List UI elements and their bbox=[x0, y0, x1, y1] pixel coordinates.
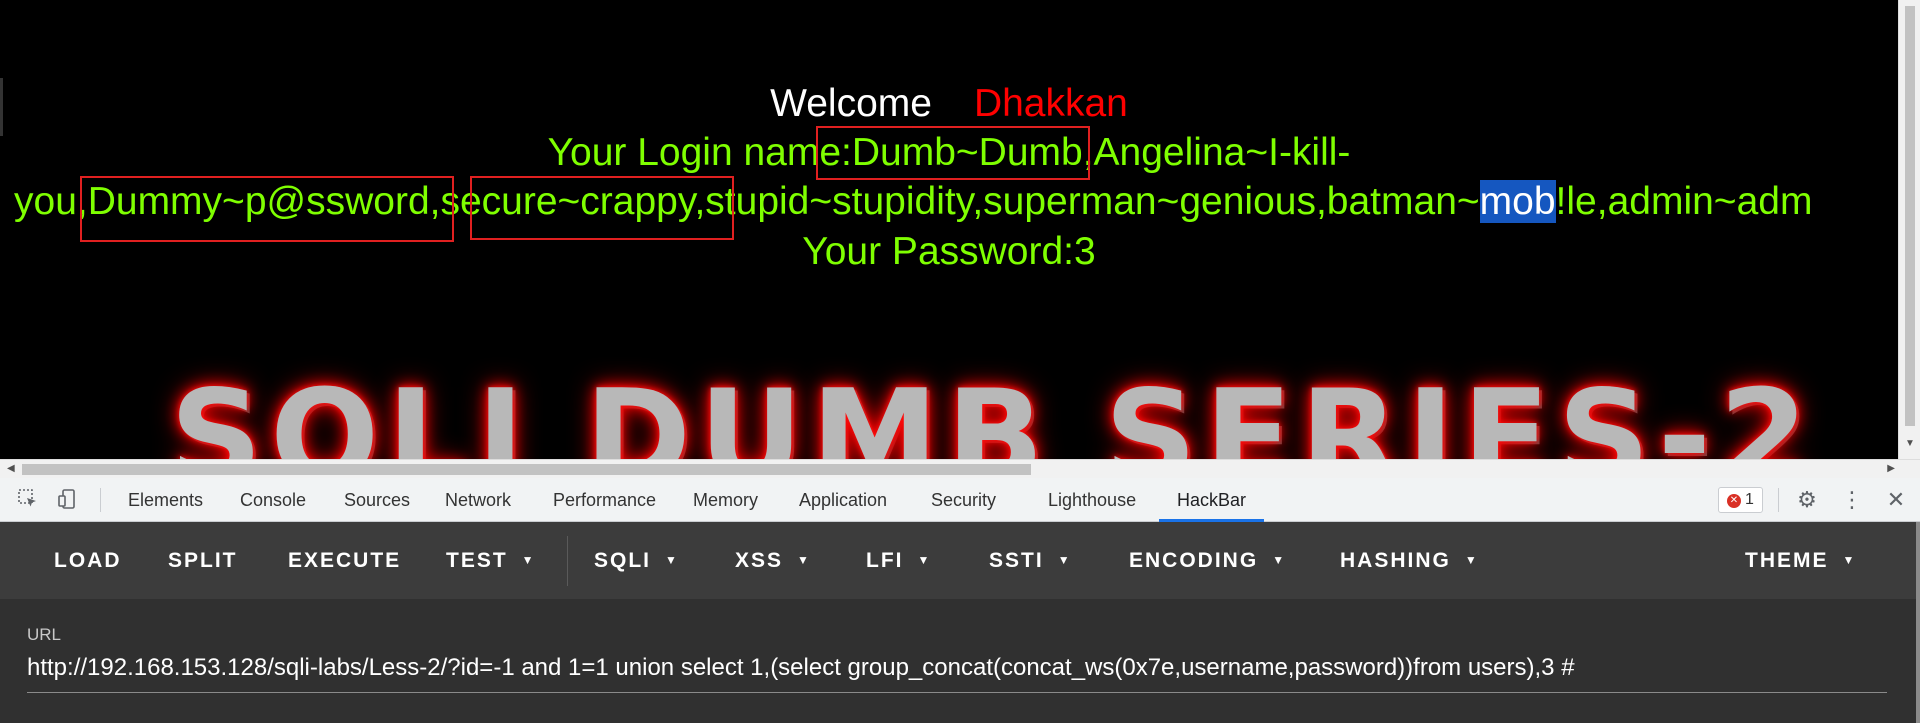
caret-down-icon: ▼ bbox=[1057, 553, 1072, 567]
error-count: 1 bbox=[1745, 491, 1754, 508]
theme-dropdown[interactable]: THEME ▼ bbox=[1745, 522, 1856, 599]
horizontal-scrollbar-thumb[interactable] bbox=[22, 464, 1031, 475]
ssti-label: SSTI bbox=[989, 549, 1044, 572]
test-label: TEST bbox=[446, 549, 508, 572]
caret-down-icon: ▼ bbox=[1272, 553, 1287, 567]
hashing-label: HASHING bbox=[1340, 549, 1451, 572]
hackbar-toolbar: LOAD SPLIT EXECUTE TEST ▼ SQLI ▼ XSS ▼ LFI ▼… bbox=[0, 522, 1920, 599]
scroll-down-arrow-icon[interactable]: ▼ bbox=[1905, 438, 1915, 449]
welcome-text: Welcome bbox=[770, 82, 932, 125]
toolbar-divider bbox=[1778, 488, 1779, 512]
annotation-box-dumb bbox=[816, 126, 1090, 180]
more-vert-icon[interactable]: ⋮ bbox=[1840, 488, 1864, 512]
caret-down-icon: ▼ bbox=[917, 553, 932, 567]
toolbar-divider bbox=[100, 488, 101, 512]
device-toggle-icon[interactable] bbox=[56, 488, 80, 512]
tab-application[interactable]: Application bbox=[799, 478, 887, 522]
banner-text: SQLI DUMB SERIES-2 bbox=[170, 363, 1817, 460]
vertical-scrollbar-thumb[interactable] bbox=[1905, 6, 1915, 426]
xss-label: XSS bbox=[735, 549, 784, 572]
gear-icon[interactable]: ⚙ bbox=[1795, 488, 1819, 512]
tab-sources[interactable]: Sources bbox=[344, 478, 410, 522]
lfi-label: LFI bbox=[866, 549, 904, 572]
test-dropdown[interactable]: TEST ▼ bbox=[446, 522, 536, 599]
scroll-left-arrow-icon[interactable]: ◀ bbox=[7, 463, 15, 474]
annotation-box-dummy bbox=[80, 176, 454, 242]
tab-security[interactable]: Security bbox=[931, 478, 996, 522]
page-viewport: Welcome Dhakkan Your Login name:Dumb~Dumb… bbox=[0, 0, 1920, 459]
tab-hackbar[interactable]: HackBar bbox=[1159, 478, 1265, 522]
sqli-banner-logo: SQLI DUMB SERIES-2 bbox=[170, 363, 1817, 460]
encoding-label: ENCODING bbox=[1129, 549, 1259, 572]
hashing-dropdown[interactable]: HASHING ▼ bbox=[1340, 522, 1479, 599]
caret-down-icon: ▼ bbox=[665, 553, 679, 567]
horizontal-scrollbar[interactable]: ◀ ▶ bbox=[0, 459, 1920, 478]
split-button[interactable]: SPLIT bbox=[168, 522, 238, 599]
error-count-badge[interactable]: ✕ 1 bbox=[1718, 487, 1763, 513]
url-input-underline bbox=[27, 692, 1887, 693]
caret-down-icon: ▼ bbox=[1464, 553, 1479, 567]
caret-down-icon: ▼ bbox=[521, 553, 536, 567]
scroll-right-arrow-icon[interactable]: ▶ bbox=[1887, 463, 1895, 474]
devtools-tab-strip: Elements Console Sources Network Perform… bbox=[0, 478, 1920, 522]
caret-down-icon: ▼ bbox=[797, 553, 811, 567]
tab-elements[interactable]: Elements bbox=[128, 478, 203, 522]
url-panel: URL http://192.168.153.128/sqli-labs/Les… bbox=[0, 599, 1920, 723]
execute-button[interactable]: EXECUTE bbox=[288, 522, 401, 599]
annotation-box-secure bbox=[470, 176, 734, 240]
xss-dropdown[interactable]: XSS ▼ bbox=[735, 522, 811, 599]
users-dump-tail: !le,admin~adm bbox=[1555, 180, 1813, 223]
tab-console[interactable]: Console bbox=[240, 478, 306, 522]
sqli-dropdown[interactable]: SQLI ▼ bbox=[594, 522, 679, 599]
url-label: URL bbox=[27, 625, 62, 644]
error-icon: ✕ bbox=[1727, 494, 1741, 508]
tab-performance[interactable]: Performance bbox=[553, 478, 656, 522]
lfi-dropdown[interactable]: LFI ▼ bbox=[866, 522, 931, 599]
load-label: LOAD bbox=[54, 549, 122, 572]
welcome-line: Welcome Dhakkan bbox=[0, 80, 1898, 128]
toolbar-divider bbox=[567, 536, 568, 586]
ssti-dropdown[interactable]: SSTI ▼ bbox=[989, 522, 1072, 599]
sqli-label: SQLI bbox=[594, 549, 652, 572]
inspect-icon[interactable] bbox=[16, 488, 40, 512]
execute-label: EXECUTE bbox=[288, 549, 402, 572]
caret-down-icon: ▼ bbox=[1842, 553, 1857, 567]
welcome-username: Dhakkan bbox=[973, 82, 1128, 125]
vertical-scrollbar[interactable]: ▼ bbox=[1898, 0, 1920, 459]
split-label: SPLIT bbox=[168, 549, 238, 572]
encoding-dropdown[interactable]: ENCODING ▼ bbox=[1129, 522, 1286, 599]
load-button[interactable]: LOAD bbox=[54, 522, 122, 599]
close-icon[interactable]: ✕ bbox=[1884, 488, 1908, 512]
theme-label: THEME bbox=[1745, 549, 1829, 572]
panel-scrollbar-edge bbox=[1916, 522, 1920, 723]
url-input[interactable]: http://192.168.153.128/sqli-labs/Less-2/… bbox=[27, 653, 1887, 683]
tab-lighthouse[interactable]: Lighthouse bbox=[1048, 478, 1136, 522]
selected-text: mob bbox=[1479, 180, 1556, 223]
tab-memory[interactable]: Memory bbox=[693, 478, 758, 522]
tab-network[interactable]: Network bbox=[445, 478, 511, 522]
